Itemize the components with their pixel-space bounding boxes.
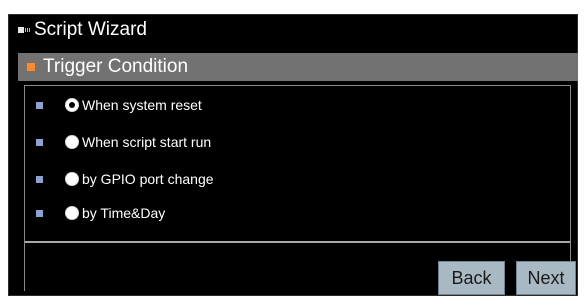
radio-button[interactable]	[65, 206, 79, 220]
option-gpio-port-change[interactable]: by GPIO port change	[36, 171, 214, 187]
option-time-and-day[interactable]: by Time&Day	[36, 205, 165, 221]
wizard-title: Script Wizard	[34, 19, 147, 40]
script-wizard-panel: Script Wizard Trigger Condition When sys…	[8, 14, 578, 296]
option-label[interactable]: When script start run	[82, 134, 211, 150]
radio-button[interactable]	[65, 172, 79, 186]
divider	[25, 241, 570, 243]
title-bar-icon	[18, 27, 31, 33]
section-title: Trigger Condition	[43, 56, 189, 77]
option-when-script-start-run[interactable]: When script start run	[36, 134, 211, 150]
section-marker-icon	[27, 63, 35, 71]
section-header: Trigger Condition	[18, 53, 578, 81]
bullet-icon	[36, 175, 43, 183]
wizard-title-bar: Script Wizard	[18, 19, 147, 41]
next-button[interactable]: Next	[516, 261, 576, 295]
bullet-icon	[36, 101, 43, 109]
option-label[interactable]: by Time&Day	[82, 205, 165, 221]
bullet-icon	[36, 209, 43, 217]
back-button[interactable]: Back	[438, 261, 505, 295]
option-label[interactable]: When system reset	[82, 97, 202, 113]
option-label[interactable]: by GPIO port change	[82, 171, 214, 187]
option-when-system-reset[interactable]: When system reset	[36, 97, 202, 113]
radio-button-checked[interactable]	[65, 98, 79, 112]
bullet-icon	[36, 138, 43, 146]
radio-button[interactable]	[65, 135, 79, 149]
